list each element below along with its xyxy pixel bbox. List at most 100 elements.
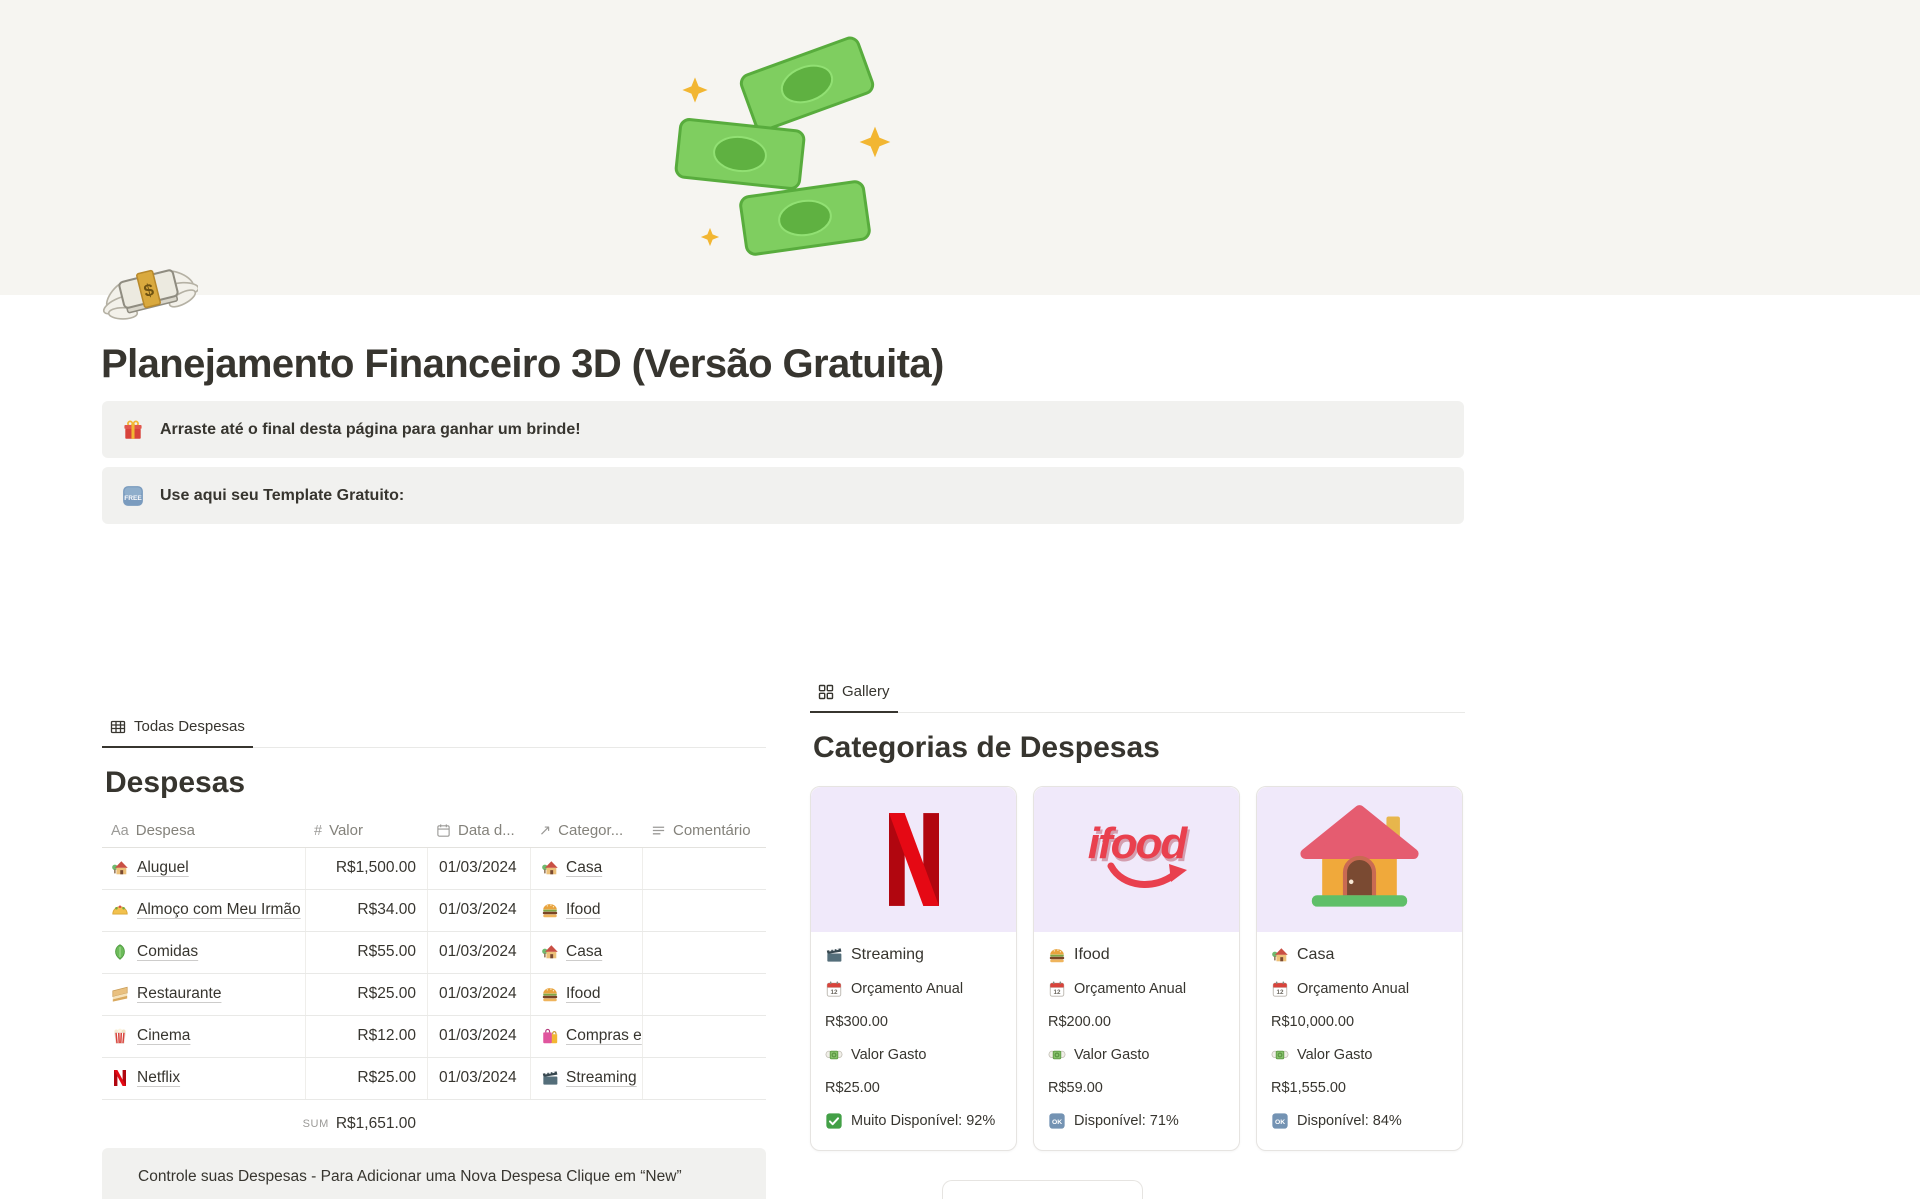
card-title[interactable]: Casa [1271, 946, 1448, 964]
property-text: Valor Gasto [1297, 1047, 1373, 1063]
gallery-card-casa[interactable]: Casa 12Orçamento Anual R$10,000.00 Valor Ga… [1256, 786, 1463, 1151]
despesa-link[interactable]: Aluguel [137, 859, 189, 877]
despesa-cell[interactable]: Aluguel [102, 848, 305, 889]
categoria-cell[interactable]: Compras e [530, 1016, 642, 1057]
check-icon [825, 1112, 843, 1130]
categoria-link[interactable]: Compras e [566, 1027, 642, 1045]
despesa-cell[interactable]: Restaurante [102, 974, 305, 1015]
clapperboard-icon [541, 1069, 559, 1087]
categoria-cell[interactable]: Casa [530, 932, 642, 973]
comentario-cell[interactable] [642, 974, 766, 1015]
callout-text: Arraste até o final desta página para ga… [160, 421, 581, 439]
property-text: R$10,000.00 [1271, 1014, 1354, 1030]
categoria-link[interactable]: Casa [566, 859, 602, 877]
column-header-despesa[interactable]: AaDespesa [102, 815, 305, 847]
despesa-link[interactable]: Cinema [137, 1027, 190, 1045]
card-body: Streaming12Orçamento AnualR$300.00Valor … [811, 932, 1016, 1150]
despesa-link[interactable]: Comidas [137, 943, 198, 961]
column-label: Valor [329, 822, 363, 839]
table-row[interactable]: Aluguel R$1,500.0001/03/2024 Casa [102, 848, 766, 890]
property-text: Orçamento Anual [1074, 981, 1186, 997]
column-label: Comentário [673, 822, 751, 839]
categoria-link[interactable]: Ifood [566, 901, 600, 919]
house-icon [1271, 946, 1289, 964]
table-row[interactable]: Almoço com Meu IrmãoR$34.0001/03/2024 Ifo… [102, 890, 766, 932]
data-cell[interactable]: 01/03/2024 [427, 848, 530, 889]
money-illustration [655, 22, 915, 272]
ifood-logo: ifood [1088, 824, 1186, 864]
valor-cell[interactable]: R$34.00 [305, 890, 427, 931]
callout-text: Controle suas Despesas - Para Adicionar … [138, 1168, 682, 1186]
tab-todas-despesas[interactable]: Todas Despesas [102, 711, 253, 748]
svg-text:OK: OK [1275, 1119, 1285, 1126]
money-wings-sm-icon [825, 1046, 843, 1064]
card-cover: ifood [1034, 787, 1239, 932]
property-text: Disponível: 84% [1297, 1113, 1402, 1129]
card-property: Valor Gasto [1271, 1046, 1448, 1064]
categoria-cell[interactable]: Casa [530, 848, 642, 889]
comentario-cell[interactable] [642, 890, 766, 931]
sum-row[interactable]: SUM R$1,651.00 [102, 1100, 428, 1148]
svg-text:12: 12 [830, 989, 838, 996]
valor-cell[interactable]: R$1,500.00 [305, 848, 427, 889]
categoria-cell[interactable]: Ifood [530, 974, 642, 1015]
table-row[interactable]: Comidas R$55.0001/03/2024 Casa [102, 932, 766, 974]
gallery-card-streaming[interactable]: Streaming12Orçamento AnualR$300.00Valor … [810, 786, 1017, 1151]
data-cell[interactable]: 01/03/2024 [427, 1058, 530, 1099]
valor-cell[interactable]: R$12.00 [305, 1016, 427, 1057]
column-header-comentrio[interactable]: Comentário [642, 815, 766, 847]
gallery-card-ifood[interactable]: ifoodIfood12Orçamento AnualR$200.00Valor… [1033, 786, 1240, 1151]
categoria-link[interactable]: Ifood [566, 985, 600, 1003]
categoria-cell[interactable]: Ifood [530, 890, 642, 931]
despesa-link[interactable]: Restaurante [137, 985, 221, 1003]
valor-cell[interactable]: R$25.00 [305, 974, 427, 1015]
card-property: R$1,555.00 [1271, 1080, 1448, 1096]
netflix-logo [889, 813, 939, 906]
data-cell[interactable]: 01/03/2024 [427, 974, 530, 1015]
despesa-link[interactable]: Netflix [137, 1069, 180, 1087]
card-property: 12Orçamento Anual [1271, 980, 1448, 998]
gallery-cards: Streaming12Orçamento AnualR$300.00Valor … [810, 786, 1465, 1151]
despesa-cell[interactable]: Almoço com Meu Irmão [102, 890, 305, 931]
leafy-icon [111, 943, 129, 961]
card-title-text: Casa [1297, 946, 1334, 964]
table-row[interactable]: Restaurante R$25.0001/03/2024 Ifood [102, 974, 766, 1016]
property-text: Valor Gasto [851, 1047, 927, 1063]
column-header-datad[interactable]: Data d... [427, 815, 530, 847]
data-cell[interactable]: 01/03/2024 [427, 1016, 530, 1057]
comentario-cell[interactable] [642, 1016, 766, 1057]
callout-tip: Controle suas Despesas - Para Adicionar … [102, 1148, 766, 1199]
table-row[interactable]: Netflix R$25.0001/03/2024 Streaming [102, 1058, 766, 1100]
despesa-link[interactable]: Almoço com Meu Irmão [137, 901, 301, 919]
valor-cell[interactable]: R$55.00 [305, 932, 427, 973]
categoria-link[interactable]: Casa [566, 943, 602, 961]
despesa-cell[interactable]: Comidas [102, 932, 305, 973]
card-property: Valor Gasto [825, 1046, 1002, 1064]
card-property: Muito Disponível: 92% [825, 1112, 1002, 1130]
burger-icon [541, 985, 559, 1003]
page-icon[interactable]: $ [100, 242, 198, 340]
card-title[interactable]: Ifood [1048, 946, 1225, 964]
page-title: Planejamento Financeiro 3D (Versão Gratu… [101, 342, 944, 387]
despesa-cell[interactable]: Netflix [102, 1058, 305, 1099]
comentario-cell[interactable] [642, 848, 766, 889]
card-title[interactable]: Streaming [825, 946, 1002, 964]
categoria-link[interactable]: Streaming [566, 1069, 637, 1087]
tab-label: Gallery [842, 683, 890, 700]
data-cell[interactable]: 01/03/2024 [427, 932, 530, 973]
valor-cell[interactable]: R$25.00 [305, 1058, 427, 1099]
gift-icon [122, 419, 144, 441]
comentario-cell[interactable] [642, 932, 766, 973]
column-header-valor[interactable]: #Valor [305, 815, 427, 847]
table-row[interactable]: Cinema R$12.0001/03/2024 Compras e [102, 1016, 766, 1058]
despesa-cell[interactable]: Cinema [102, 1016, 305, 1057]
comentario-cell[interactable] [642, 1058, 766, 1099]
column-header-categor[interactable]: ↗Categor... [530, 815, 642, 847]
data-cell[interactable]: 01/03/2024 [427, 890, 530, 931]
expenses-view: Todas Despesas Despesas AaDespesa#ValorD… [102, 711, 766, 1199]
card-title-text: Streaming [851, 946, 924, 964]
tab-gallery[interactable]: Gallery [810, 676, 898, 713]
gallery-card-partial[interactable] [942, 1180, 1143, 1199]
tab-label: Todas Despesas [134, 718, 245, 735]
categoria-cell[interactable]: Streaming [530, 1058, 642, 1099]
